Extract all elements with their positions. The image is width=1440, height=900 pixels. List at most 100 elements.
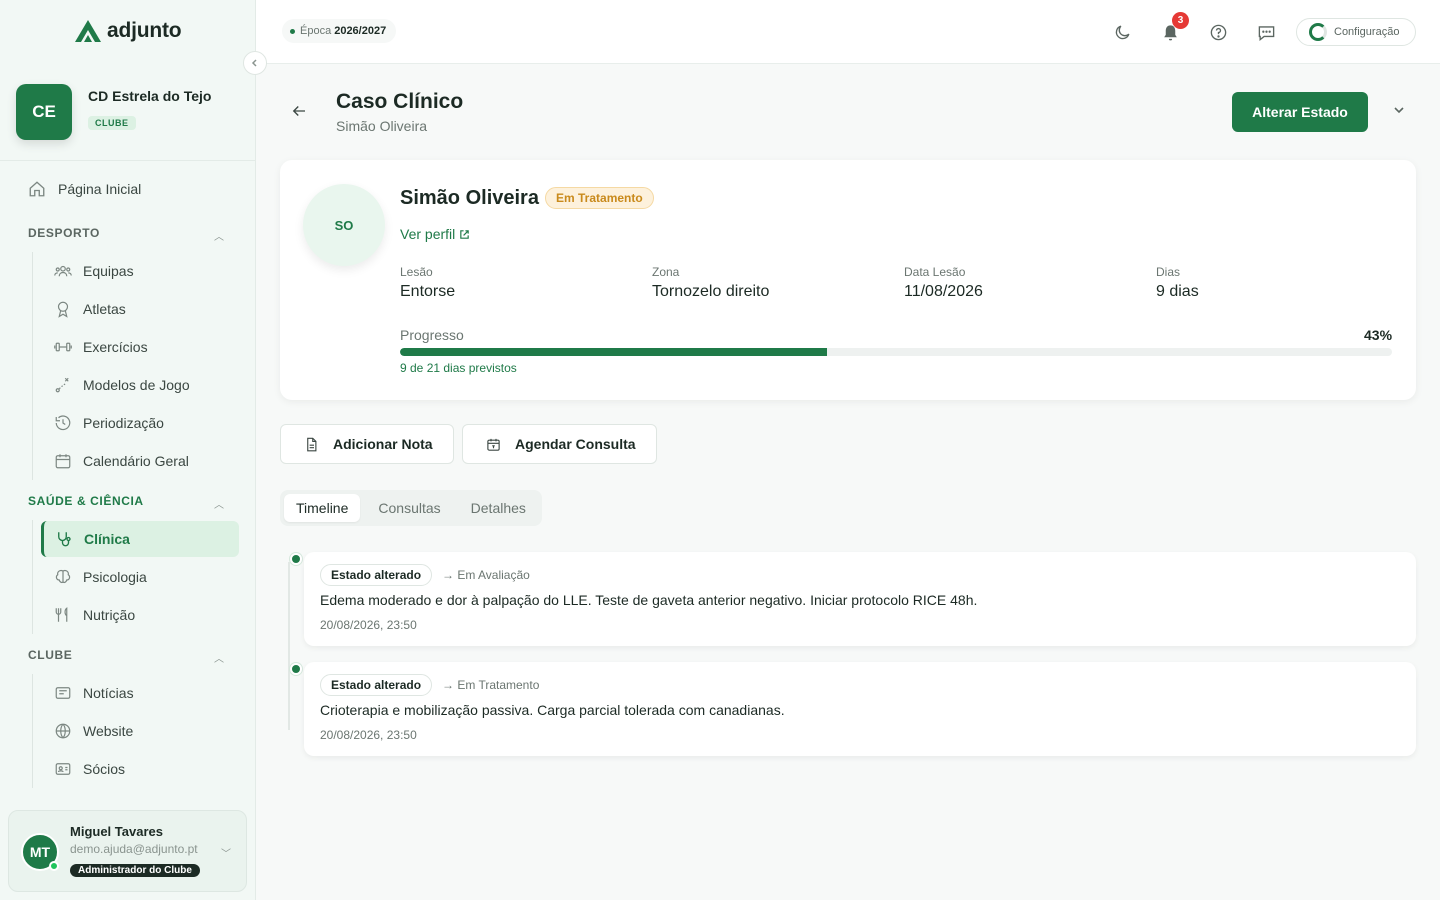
patient-name: Simão Oliveira [400, 187, 539, 209]
top-bar: Época 2026/2027 3 Configuração [256, 0, 1440, 64]
calendar-icon [485, 436, 501, 452]
section-title-clube[interactable]: CLUBE [28, 648, 72, 662]
add-note-button[interactable]: Adicionar Nota [280, 424, 454, 464]
globe-icon [54, 722, 72, 740]
field-value-dias: 9 dias [1156, 283, 1199, 300]
dark-mode-toggle[interactable] [1110, 20, 1134, 44]
sidebar-item-atletas[interactable]: Atletas [52, 291, 238, 327]
progress-label: Progresso [400, 327, 464, 343]
progress-ring-icon [1309, 23, 1327, 41]
change-status-button[interactable]: Alterar Estado [1232, 92, 1368, 132]
view-profile-link[interactable]: Ver perfil [400, 226, 470, 242]
more-options-button[interactable] [1392, 103, 1406, 120]
field-label-lesao: Lesão [400, 265, 433, 279]
club-badge: CLUBE [88, 116, 136, 130]
online-status-icon [49, 861, 59, 871]
notifications-count-badge: 3 [1172, 12, 1189, 29]
sidebar-item-nutricao[interactable]: Nutrição [52, 597, 238, 633]
field-value-lesao: Entorse [400, 283, 456, 300]
sidebar-item-label: Equipas [83, 263, 134, 279]
timeline-entry-badge: Estado alterado [320, 674, 433, 696]
users-icon [54, 262, 72, 280]
progress-bar-fill [400, 348, 827, 356]
field-label-zona: Zona [652, 265, 680, 279]
file-text-icon [303, 436, 319, 452]
sidebar-item-website[interactable]: Website [52, 713, 238, 749]
nav-tree-line [32, 520, 33, 634]
chevron-up-icon[interactable]: ︿ [214, 650, 224, 665]
sidebar-item-calendario-geral[interactable]: Calendário Geral [52, 443, 238, 479]
sidebar-item-label: Notícias [83, 685, 134, 701]
tactics-icon [54, 376, 72, 394]
sidebar-item-home[interactable]: Página Inicial [28, 180, 141, 198]
sidebar-item-label: Calendário Geral [83, 453, 189, 469]
patient-card: SO Simão Oliveira Em Tratamento Ver perf… [280, 160, 1416, 400]
configuration-label: Configuração [1334, 26, 1400, 38]
sidebar-item-label: Atletas [83, 301, 126, 317]
user-role-badge: Administrador do Clube [70, 864, 200, 877]
sidebar-item-modelos-de-jogo[interactable]: Modelos de Jogo [52, 367, 238, 403]
sidebar-item-label: Página Inicial [58, 181, 142, 197]
sidebar-item-clinica[interactable]: Clínica [41, 521, 239, 557]
utensils-icon [54, 606, 72, 624]
chevron-up-icon[interactable]: ︿ [214, 228, 224, 243]
club-card[interactable]: CE CD Estrela do Tejo CLUBE [0, 64, 255, 161]
history-icon [54, 414, 72, 432]
logo-icon [75, 20, 101, 42]
collapse-sidebar-button[interactable] [243, 51, 267, 75]
tab-timeline[interactable]: Timeline [284, 494, 361, 522]
timeline-dot [290, 553, 302, 565]
club-name: CD Estrela do Tejo [88, 88, 212, 104]
season-selector[interactable]: Época 2026/2027 [282, 19, 397, 43]
tab-consultas[interactable]: Consultas [366, 494, 452, 522]
field-value-zona: Tornozelo direito [652, 283, 770, 300]
newspaper-icon [54, 684, 72, 702]
user-menu[interactable]: MT Miguel Tavares demo.ajuda@adjunto.pt … [8, 810, 247, 892]
timeline-entry-new-status: → Em Tratamento [442, 678, 540, 692]
arrow-left-icon [292, 106, 305, 116]
sidebar-item-label: Modelos de Jogo [83, 377, 190, 393]
app-logo[interactable]: adjunto [74, 18, 182, 44]
timeline-entry: Estado alterado → Em Tratamento Criotera… [304, 662, 1416, 756]
configuration-button[interactable]: Configuração [1296, 18, 1416, 46]
messages-button[interactable] [1254, 20, 1278, 44]
schedule-appointment-label: Agendar Consulta [515, 436, 636, 452]
timeline-entry-date: 20/08/2026, 23:50 [320, 728, 417, 742]
user-email: demo.ajuda@adjunto.pt [70, 842, 198, 856]
tab-detalhes[interactable]: Detalhes [459, 494, 538, 522]
progress-bar [400, 348, 1392, 356]
timeline-entry-date: 20/08/2026, 23:50 [320, 618, 417, 632]
section-title-desporto[interactable]: DESPORTO [28, 226, 100, 240]
sidebar-item-exercicios[interactable]: Exercícios [52, 329, 238, 365]
season-prefix: Época [300, 25, 332, 37]
user-name: Miguel Tavares [70, 824, 163, 839]
sidebar-item-label: Exercícios [83, 339, 148, 355]
case-tabs: Timeline Consultas Detalhes [280, 490, 542, 526]
message-icon [1258, 25, 1274, 41]
chevron-down-icon [1394, 107, 1404, 114]
medal-icon [54, 300, 72, 318]
patient-avatar: SO [303, 184, 385, 266]
sidebar-item-periodizacao[interactable]: Periodização [52, 405, 238, 441]
schedule-appointment-button[interactable]: Agendar Consulta [462, 424, 657, 464]
sidebar-item-psicologia[interactable]: Psicologia [52, 559, 238, 595]
sidebar: adjunto CE CD Estrela do Tejo CLUBE Pági… [0, 0, 256, 900]
back-button[interactable] [290, 102, 308, 125]
nav-tree-line [32, 674, 33, 788]
field-value-data-lesao: 11/08/2026 [904, 283, 983, 300]
id-card-icon [54, 760, 72, 778]
timeline-entry-new-status: → Em Avaliação [442, 568, 530, 582]
help-button[interactable] [1206, 20, 1230, 44]
moon-icon [1115, 25, 1129, 39]
sidebar-item-noticias[interactable]: Notícias [52, 675, 238, 711]
brain-icon [54, 568, 72, 586]
section-title-saude-ciencia[interactable]: SAÚDE & CIÊNCIA [28, 494, 144, 508]
chevron-up-icon[interactable]: ︿ [214, 496, 224, 511]
help-circle-icon [1210, 24, 1226, 40]
timeline-entry-text: Edema moderado e dor à palpação do LLE. … [320, 592, 978, 608]
sidebar-item-equipas[interactable]: Equipas [52, 253, 238, 289]
sidebar-item-socios[interactable]: Sócios [52, 751, 238, 787]
stethoscope-icon [55, 530, 73, 548]
progress-percentage: 43% [1364, 327, 1393, 343]
status-badge: Em Tratamento [545, 187, 654, 209]
